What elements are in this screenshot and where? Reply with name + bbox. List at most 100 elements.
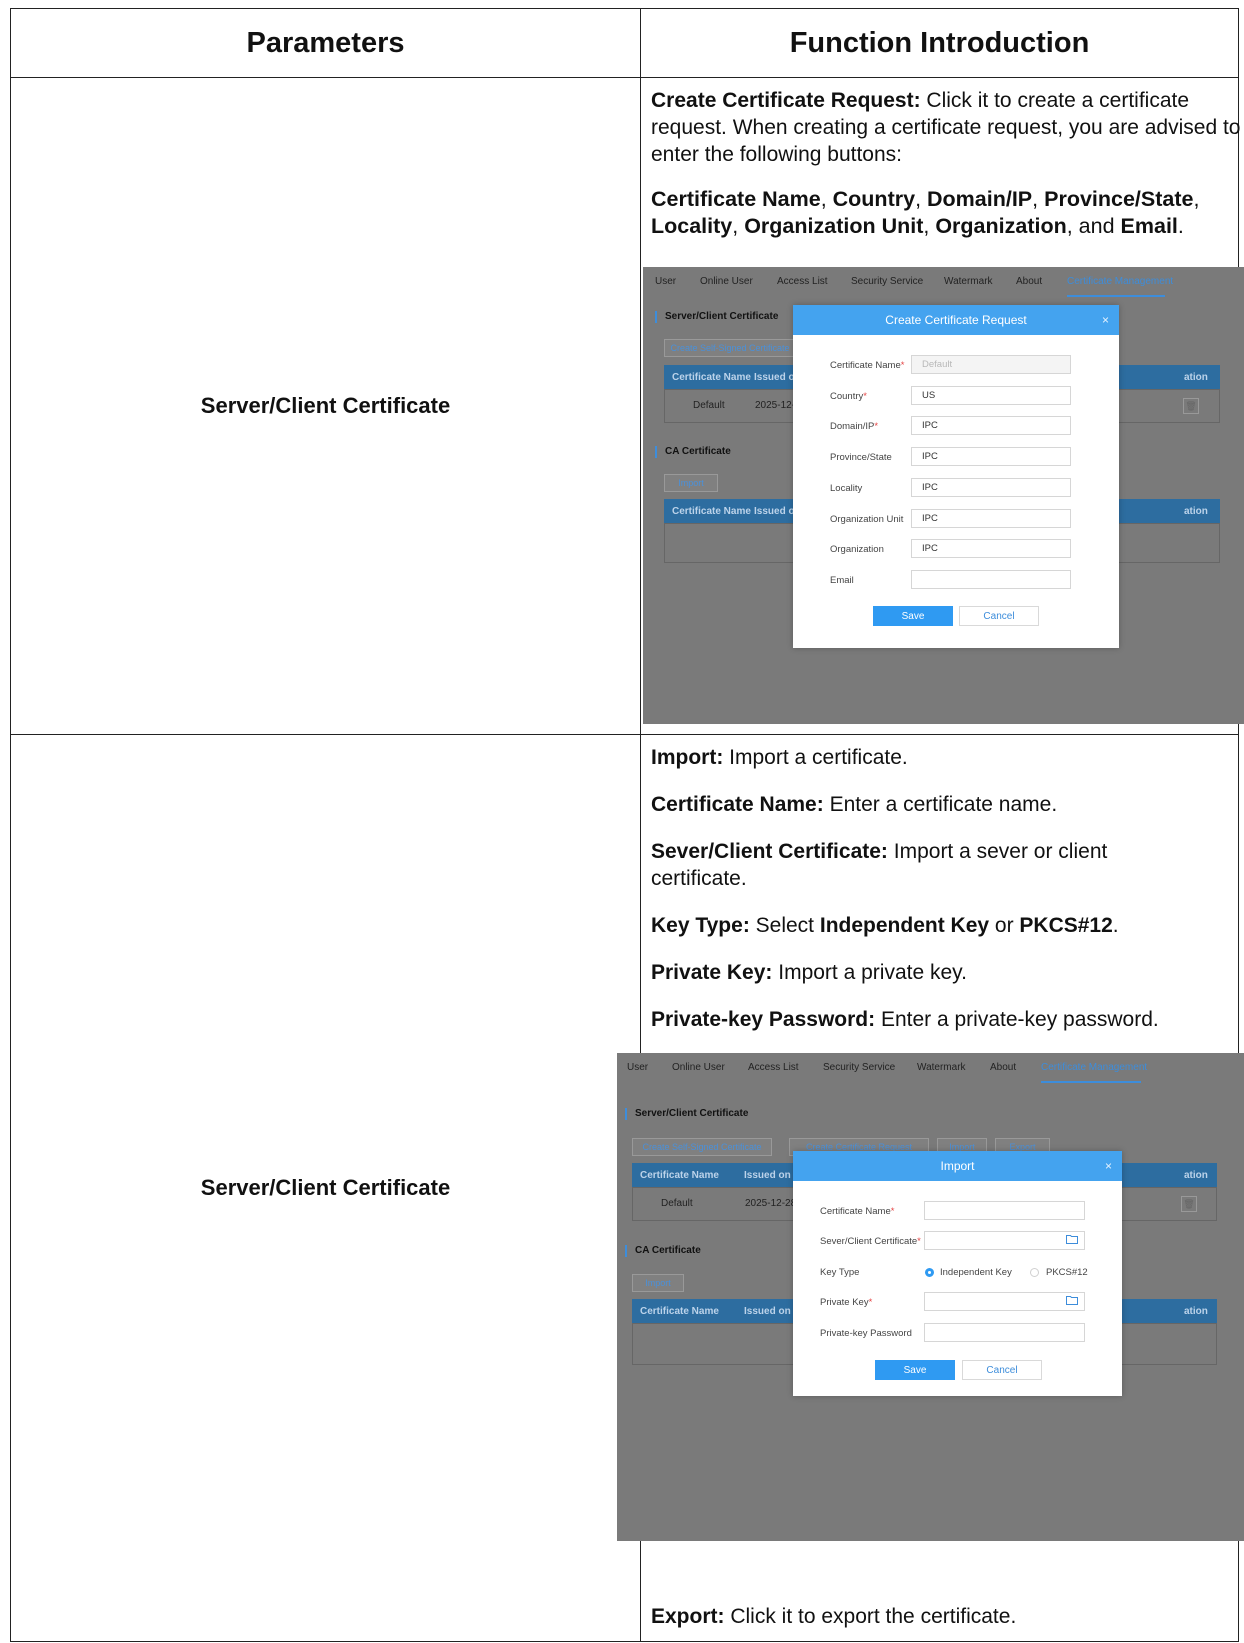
sever-file-input[interactable] (924, 1231, 1085, 1250)
field-input[interactable]: IPC (911, 416, 1071, 436)
tab-watermark[interactable]: Watermark (917, 1062, 966, 1073)
create-self-signed-button[interactable]: Create Self-Signed Certificate (632, 1138, 772, 1156)
key-type-label: Key Type (820, 1267, 860, 1278)
create-field-row: Country* US (793, 385, 1119, 408)
field-org-unit: Organization Unit (744, 214, 924, 238)
dialog-title: Import (940, 1159, 975, 1173)
tab-access-list[interactable]: Access List (777, 276, 828, 287)
ca-import-button[interactable]: Import (664, 474, 718, 492)
required-mark: * (868, 1297, 873, 1308)
key-type-opt2: PKCS#12 (1019, 914, 1113, 937)
cert-name-paragraph: Certificate Name: Enter a certificate na… (651, 791, 1243, 818)
cert-name-row: Certificate Name* (793, 1201, 1122, 1223)
label-text: Organization (830, 544, 884, 556)
create-request-label: Create Certificate Request: (651, 89, 921, 112)
field-input[interactable]: IPC (911, 539, 1071, 559)
field-input: Default (911, 355, 1071, 374)
cancel-button[interactable]: Cancel (962, 1360, 1042, 1380)
key-type-paragraph: Key Type: Select Independent Key or PKCS… (651, 912, 1243, 939)
field-input[interactable]: IPC (911, 508, 1071, 528)
tab-watermark[interactable]: Watermark (944, 276, 993, 287)
radio-pkcs12[interactable] (1030, 1268, 1039, 1277)
folder-icon[interactable] (1066, 1234, 1078, 1244)
key-type-period: . (1112, 914, 1119, 937)
key-type-text: Select (749, 914, 820, 937)
cert-name-input[interactable] (924, 1201, 1085, 1220)
label-text: Province/State (830, 452, 892, 464)
tab-user[interactable]: User (627, 1062, 648, 1073)
sep: , and (1066, 214, 1121, 238)
ca-import-button[interactable]: Import (632, 1274, 684, 1292)
tab-access-list[interactable]: Access List (748, 1062, 799, 1073)
section-server-client: Server/Client Certificate (625, 1108, 748, 1120)
active-tab-underline (1041, 1081, 1141, 1083)
section-server-client: Server/Client Certificate (655, 311, 778, 323)
col-operation: ation (1184, 372, 1208, 383)
field-domain: Domain/IP (927, 187, 1033, 211)
field-input[interactable]: IPC (911, 447, 1071, 467)
create-self-signed-button[interactable]: Create Self-Signed Certificate (664, 339, 796, 357)
create-field-row: Certificate Name* Default (793, 355, 1119, 377)
export-paragraph: Export: Click it to export the certifica… (651, 1603, 1243, 1630)
import-label: Import: (651, 746, 724, 769)
tab-security-service[interactable]: Security Service (823, 1062, 895, 1073)
col-operation: ation (1184, 1170, 1208, 1181)
row1-parameter: Server/Client Certificate (200, 393, 451, 418)
create-field-row: Province/State IPC (793, 447, 1119, 469)
field-input[interactable]: IPC (911, 477, 1071, 497)
tab-user[interactable]: User (655, 276, 676, 287)
pk-password-label: Private-key Password (820, 1328, 912, 1339)
tab-security-service[interactable]: Security Service (851, 276, 923, 287)
tab-about[interactable]: About (1016, 276, 1042, 287)
sever-label: Sever/Client Certificate* (820, 1236, 921, 1247)
field-locality: Locality (651, 214, 733, 238)
tab-online-user[interactable]: Online User (700, 276, 753, 287)
sep: , (1193, 187, 1200, 211)
key-type-or: or (989, 914, 1020, 937)
save-button[interactable]: Save (875, 1360, 955, 1380)
col-cert-name: Certificate Name (640, 1306, 719, 1317)
key-type-opt1: Independent Key (819, 914, 990, 937)
private-key-row: Private Key* (793, 1292, 1122, 1314)
label-text: Domain/IP (830, 421, 875, 433)
trash-icon[interactable]: 🗑 (1181, 1196, 1197, 1212)
screenshot-import: User Online User Access List Security Se… (617, 1053, 1244, 1541)
folder-icon[interactable] (1066, 1295, 1078, 1305)
cell-default-name: Default (661, 1198, 693, 1209)
col-operation: ation (1184, 506, 1208, 517)
tab-bar: User Online User Access List Security Se… (617, 1053, 1244, 1085)
required-mark: * (900, 360, 905, 371)
close-icon[interactable]: × (1105, 1151, 1112, 1181)
pk-password-input[interactable] (924, 1323, 1085, 1342)
sep: , (732, 214, 745, 238)
save-button[interactable]: Save (873, 606, 953, 626)
tab-certificate-management[interactable]: Certificate Management (1067, 276, 1173, 287)
radio-independent-key[interactable] (925, 1268, 934, 1277)
tab-online-user[interactable]: Online User (672, 1062, 725, 1073)
cert-name-label: Certificate Name: (651, 793, 824, 816)
sever-paragraph: Sever/Client Certificate: Import a sever… (651, 838, 1243, 892)
cancel-button[interactable]: Cancel (959, 606, 1039, 626)
section-ca: CA Certificate (625, 1245, 701, 1257)
private-key-file-input[interactable] (924, 1292, 1085, 1311)
key-type-row: Key Type Independent Key PKCS#12 (793, 1262, 1122, 1284)
label-text: Locality (830, 482, 863, 494)
tab-certificate-management[interactable]: Certificate Management (1041, 1062, 1147, 1073)
cert-name-label: Certificate Name* (820, 1206, 894, 1217)
screenshot-create-request: User Online User Access List Security Se… (643, 267, 1244, 724)
required-mark: * (874, 421, 879, 433)
create-field-row: Domain/IP* IPC (793, 416, 1119, 438)
trash-icon[interactable]: 🗑 (1183, 398, 1199, 414)
close-icon[interactable]: × (1102, 305, 1109, 335)
required-mark: * (863, 390, 867, 402)
field-country: Country (832, 187, 916, 211)
row2-function: Import: Import a certificate. Certificat… (651, 744, 1243, 1051)
field-label: Organization Unit (830, 514, 903, 525)
field-input[interactable]: US (911, 385, 1071, 405)
tab-bar: User Online User Access List Security Se… (643, 267, 1244, 299)
import-paragraph: Import: Import a certificate. (651, 744, 1243, 771)
field-input[interactable] (911, 569, 1071, 589)
tab-about[interactable]: About (990, 1062, 1016, 1073)
required-mark: * (890, 1206, 895, 1217)
key-opt1-label: Independent Key (940, 1267, 1012, 1278)
